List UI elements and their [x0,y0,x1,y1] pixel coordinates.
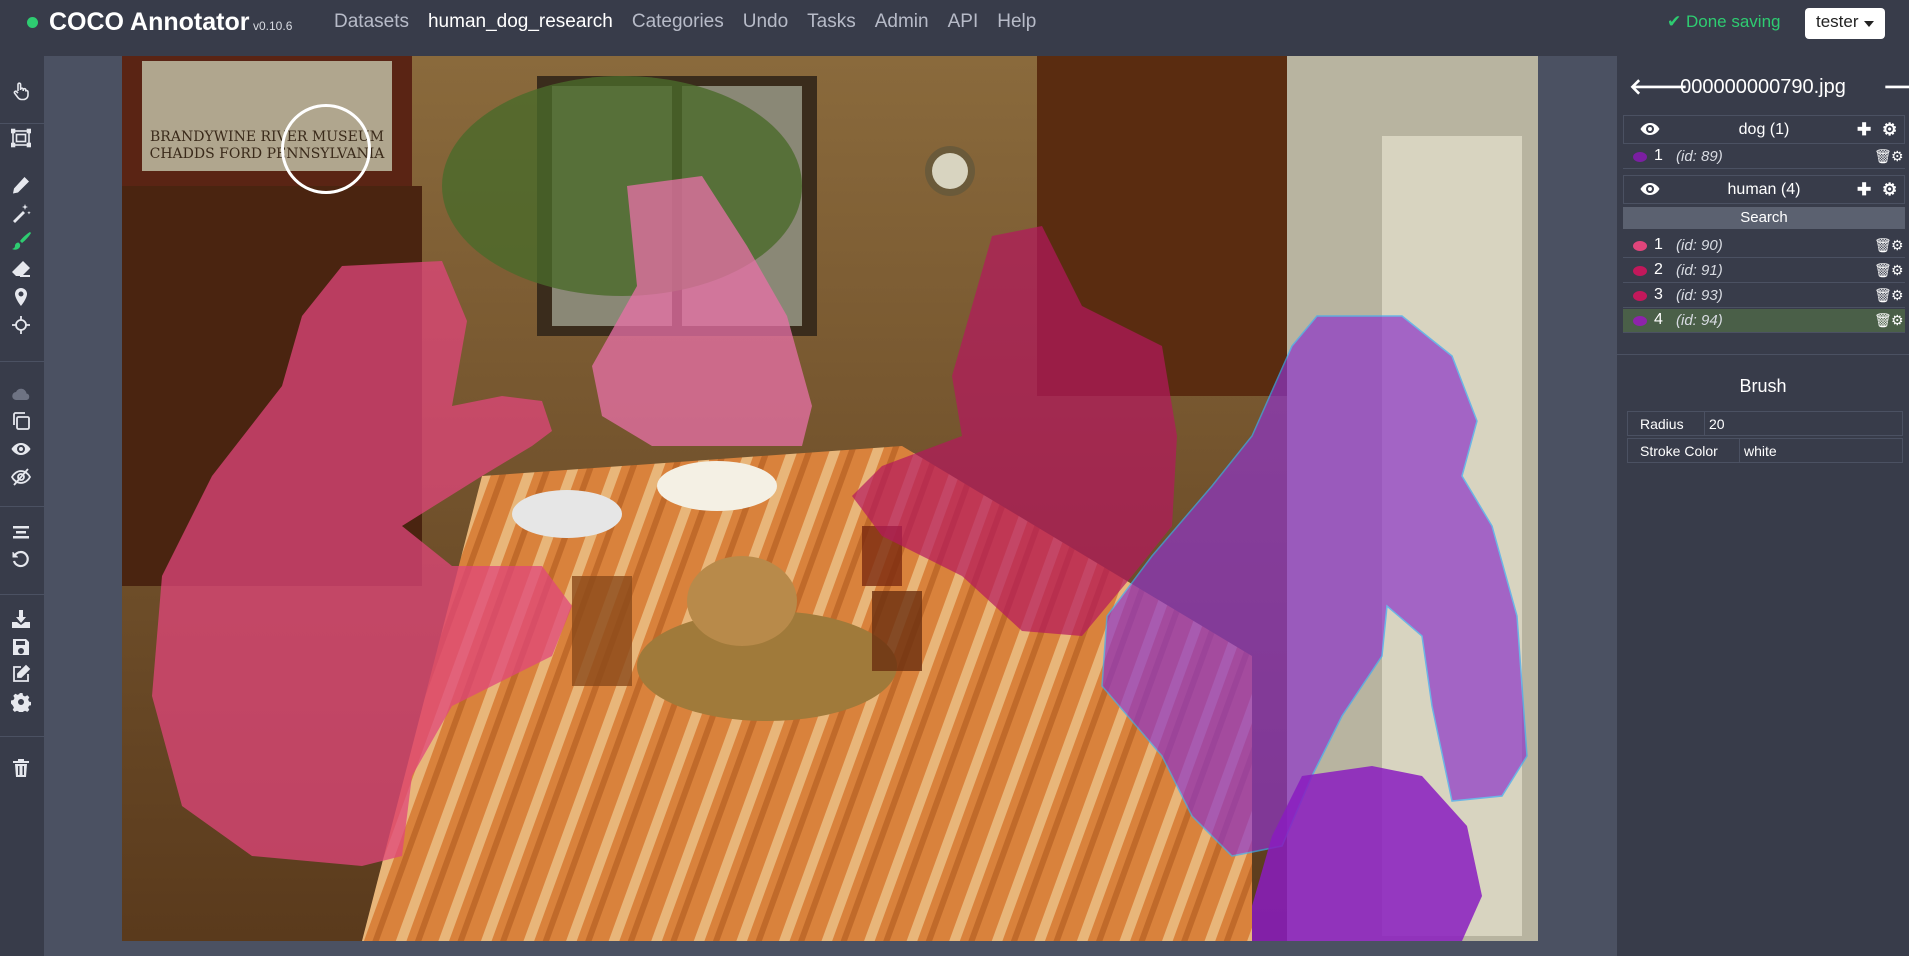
nav-current-dataset[interactable]: human_dog_research [428,11,613,33]
annotation-settings-icon[interactable]: ⚙ [1891,237,1904,254]
nav-categories[interactable]: Categories [632,11,724,33]
delete-annotation-icon[interactable]: 🗑 [1874,148,1892,165]
cloud-icon [10,383,32,405]
polygon-icon[interactable] [10,174,32,196]
tool-panel-title: Brush [1739,376,1787,396]
annotation-number: 4 [1654,311,1663,328]
annotation-row[interactable]: 1 (id: 90) 🗑 ⚙ [1623,234,1905,258]
annotation-settings-icon[interactable]: ⚙ [1891,148,1904,165]
annotation-visibility-icon[interactable] [1633,152,1647,162]
nav-api[interactable]: API [948,11,979,33]
top-navbar: COCO Annotator v0.10.6 Datasets human_do… [0,0,1909,56]
radius-field: Radius 20 [1627,411,1903,436]
annotation-settings-icon[interactable]: ⚙ [1891,287,1904,304]
image-filename: 000000000790.jpg [1680,76,1846,98]
category-dog-header[interactable]: dog (1) ✚ ⚙ [1623,115,1905,144]
category-settings-icon[interactable]: ⚙ [1882,120,1897,140]
save-icon[interactable] [10,636,32,658]
nav-undo[interactable]: Undo [743,11,788,33]
annotation-number: 1 [1654,147,1663,164]
annotation-id: (id: 91) [1676,262,1723,279]
annotation-row[interactable]: 2 (id: 91) 🗑 ⚙ [1623,259,1905,283]
search-annotations-button[interactable]: Search [1623,207,1905,229]
next-image-arrow[interactable]: 🡒 [1883,74,1909,100]
annotation-row-selected[interactable]: 4 (id: 94) 🗑 ⚙ [1623,309,1905,333]
copy-icon[interactable] [10,410,32,432]
reset-icon[interactable] [10,549,32,571]
delete-annotation-icon[interactable]: 🗑 [1874,287,1892,304]
bbox-icon[interactable] [10,123,32,153]
settings-icon[interactable] [10,691,32,713]
show-all-icon[interactable] [10,438,32,460]
hide-all-icon[interactable] [10,466,32,488]
tool-bar [0,56,44,956]
annotation-settings-icon[interactable]: ⚙ [1891,312,1904,329]
annotation-number: 2 [1654,261,1663,278]
user-name: tester [1816,12,1859,31]
annotation-visibility-icon[interactable] [1633,316,1647,326]
annotation-settings-icon[interactable]: ⚙ [1891,262,1904,279]
annotation-id: (id: 90) [1676,237,1723,254]
annotation-row[interactable]: 1 (id: 89) 🗑 ⚙ [1623,145,1905,169]
magic-wand-icon[interactable] [10,202,32,224]
stroke-color-label: Stroke Color [1640,443,1718,459]
nav-admin[interactable]: Admin [875,11,929,33]
annotation-number: 1 [1654,236,1663,253]
delete-annotation-icon[interactable]: 🗑 [1874,262,1892,279]
download-icon[interactable] [10,608,32,630]
delete-annotation-icon[interactable]: 🗑 [1874,237,1892,254]
annotation-id: (id: 89) [1676,148,1723,165]
radius-label: Radius [1640,416,1684,432]
stroke-color-input[interactable]: white [1739,439,1902,462]
stroke-color-field: Stroke Color white [1627,438,1903,463]
right-sidebar: 🡐 000000000790.jpg 🡒 dog (1) ✚ ⚙ 1 (id: … [1617,56,1909,956]
nav-help[interactable]: Help [997,11,1036,33]
radius-input[interactable]: 20 [1704,412,1902,435]
annotation-visibility-icon[interactable] [1633,266,1647,276]
annotation-id: (id: 93) [1676,287,1723,304]
status-dot [27,17,38,28]
save-status: ✔ Done saving [1667,12,1781,31]
delete-icon[interactable] [10,757,32,779]
annotation-visibility-icon[interactable] [1633,241,1647,251]
user-dropdown[interactable]: tester [1805,8,1885,39]
center-icon[interactable] [10,521,32,543]
nav-links: Datasets human_dog_research Categories U… [334,11,1036,33]
select-icon[interactable] [10,80,32,102]
app-version: v0.10.6 [253,19,293,33]
add-annotation-icon[interactable]: ✚ [1857,180,1871,200]
annotation-number: 3 [1654,286,1663,303]
delete-annotation-icon[interactable]: 🗑 [1874,312,1892,329]
keypoint-icon[interactable] [10,286,32,308]
eraser-icon[interactable] [10,258,32,280]
brush-cursor [281,104,371,194]
category-settings-icon[interactable]: ⚙ [1882,180,1897,200]
category-human-header[interactable]: human (4) ✚ ⚙ [1623,175,1905,204]
brush-icon[interactable] [10,230,32,252]
annotation-id: (id: 94) [1676,312,1723,329]
app-title[interactable]: COCO Annotator [49,8,249,37]
dextr-icon[interactable] [10,314,32,336]
annotation-visibility-icon[interactable] [1633,291,1647,301]
annotation-row[interactable]: 3 (id: 93) 🗑 ⚙ [1623,284,1905,308]
add-annotation-icon[interactable]: ✚ [1857,120,1871,140]
nav-datasets[interactable]: Datasets [334,11,409,33]
nav-tasks[interactable]: Tasks [807,11,856,33]
edit-icon[interactable] [10,663,32,685]
